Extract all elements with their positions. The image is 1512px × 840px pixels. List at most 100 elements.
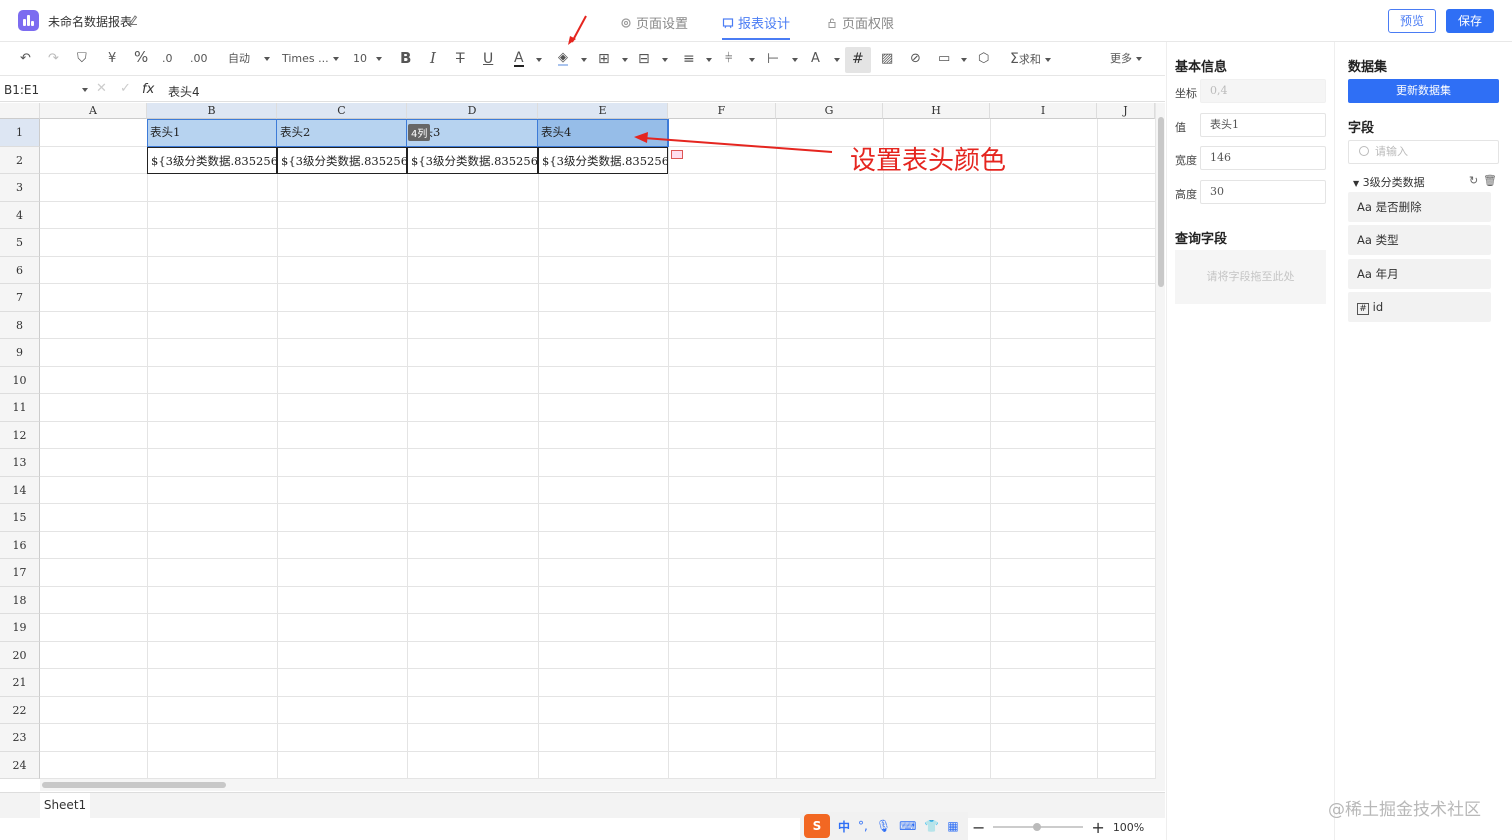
horizontal-scrollbar[interactable] <box>40 779 1165 791</box>
tab-page-settings[interactable]: 页面设置 <box>620 13 688 32</box>
ime-language[interactable]: 中 <box>838 818 850 835</box>
image-icon[interactable]: ▨ <box>881 51 893 67</box>
row-header[interactable]: 18 <box>0 586 40 614</box>
row-header[interactable]: 19 <box>0 614 40 642</box>
row-header[interactable]: 14 <box>0 476 40 504</box>
font-color-icon[interactable]: A <box>514 51 524 67</box>
row-header[interactable]: 9 <box>0 339 40 367</box>
column-header[interactable]: C <box>277 103 407 119</box>
currency-format-icon[interactable]: ¥ <box>108 51 116 67</box>
edit-title-icon[interactable] <box>128 14 138 25</box>
percent-format-icon[interactable]: % <box>134 49 148 65</box>
font-color-caret-icon[interactable] <box>536 58 542 62</box>
data-cell[interactable]: ${3级分类数据.83525664 <box>407 146 538 174</box>
confirm-icon[interactable]: ✓ <box>120 81 131 96</box>
corner-cell[interactable] <box>0 103 40 119</box>
sum-select[interactable]: Σ求和 <box>1010 51 1051 68</box>
column-header[interactable]: H <box>883 103 990 119</box>
row-header[interactable]: 12 <box>0 421 40 449</box>
format-painter-icon[interactable]: ⛉ <box>77 51 87 67</box>
row-header[interactable]: 20 <box>0 641 40 669</box>
zoom-in-icon[interactable]: + <box>1091 818 1104 837</box>
freeze-icon[interactable]: ⬡ <box>978 51 989 67</box>
row-header[interactable]: 5 <box>0 229 40 257</box>
increase-decimal-icon[interactable]: .00 <box>190 51 208 67</box>
row-header[interactable]: 16 <box>0 531 40 559</box>
save-button[interactable]: 保存 <box>1446 9 1494 33</box>
horizontal-scroll-thumb[interactable] <box>42 782 226 788</box>
bold-button[interactable]: B <box>400 50 411 66</box>
zoom-out-icon[interactable]: − <box>972 818 985 837</box>
merge-caret-icon[interactable] <box>662 58 668 62</box>
link-icon[interactable]: ⊘ <box>910 51 921 67</box>
sogou-icon[interactable]: S <box>804 814 830 838</box>
font-size-select[interactable]: 10 <box>353 51 382 67</box>
ime-punct[interactable]: °, <box>858 819 868 833</box>
sheet-tab[interactable]: Sheet1 <box>40 793 90 818</box>
border-icon[interactable]: ⊞ <box>598 51 610 67</box>
height-input[interactable]: 30 <box>1200 180 1326 204</box>
tab-report-design[interactable]: 报表设计 <box>722 13 790 32</box>
row-header[interactable]: 15 <box>0 504 40 532</box>
comment-icon[interactable]: ▭ <box>938 51 950 67</box>
caret-down-icon[interactable]: ▼ <box>1353 179 1359 188</box>
row-header[interactable]: 4 <box>0 201 40 229</box>
horizontal-align-icon[interactable]: ≡ <box>683 51 695 67</box>
valign-caret-icon[interactable] <box>749 58 755 62</box>
microphone-icon[interactable]: 🎙 <box>876 819 891 833</box>
cell-reference-caret-icon[interactable] <box>82 88 88 92</box>
update-dataset-button[interactable]: 更新数据集 <box>1348 79 1499 103</box>
formula-input[interactable]: 表头4 <box>168 83 200 100</box>
row-header[interactable]: 8 <box>0 311 40 339</box>
row-header[interactable]: 21 <box>0 669 40 697</box>
data-cell[interactable]: ${3级分类数据.83525664 <box>147 146 277 174</box>
column-header[interactable]: G <box>776 103 883 119</box>
text-wrap-icon[interactable]: ⊢ <box>767 51 779 67</box>
row-header[interactable]: 6 <box>0 256 40 284</box>
column-header[interactable]: A <box>40 103 147 119</box>
spreadsheet-grid[interactable]: A B C D E F G H I J 1 2 3 4 5 6 7 8 9 10 11 12 13 14 15 16 17 18 19 2… <box>0 103 1155 779</box>
column-header[interactable]: I <box>990 103 1097 119</box>
halign-caret-icon[interactable] <box>706 58 712 62</box>
vertical-scrollbar[interactable] <box>1155 103 1165 779</box>
field-item[interactable]: Aa 是否删除 <box>1348 192 1491 222</box>
row-header[interactable]: 13 <box>0 449 40 477</box>
column-header[interactable]: E <box>538 103 668 119</box>
gridlines-icon[interactable]: # <box>852 51 864 67</box>
decrease-decimal-icon[interactable]: .0 <box>162 51 173 67</box>
font-family-select[interactable]: Times ... <box>282 51 339 67</box>
comment-caret-icon[interactable] <box>961 58 967 62</box>
delete-icon[interactable]: 🗑 <box>1483 174 1497 187</box>
fill-color-caret-icon[interactable] <box>581 58 587 62</box>
row-header[interactable]: 3 <box>0 174 40 202</box>
width-input[interactable]: 146 <box>1200 146 1326 170</box>
underline-icon[interactable]: U <box>483 51 493 67</box>
column-header[interactable]: B <box>147 103 277 119</box>
preview-button[interactable]: 预览 <box>1388 9 1436 33</box>
zoom-slider-thumb[interactable] <box>1033 823 1042 831</box>
row-header[interactable]: 23 <box>0 724 40 752</box>
dataset-tree-node[interactable]: ▼ 3级分类数据 <box>1353 174 1425 190</box>
strikethrough-icon[interactable]: T <box>456 51 465 67</box>
toolbox-icon[interactable]: ▦ <box>947 819 958 833</box>
border-caret-icon[interactable] <box>622 58 628 62</box>
field-search-input[interactable]: 请输入 <box>1348 140 1499 164</box>
row-header[interactable]: 1 <box>0 119 40 147</box>
row-header[interactable]: 11 <box>0 394 40 422</box>
column-header[interactable]: D <box>407 103 538 119</box>
text-rotate-icon[interactable]: A <box>811 51 820 67</box>
zoom-slider[interactable] <box>993 823 1084 831</box>
row-header[interactable]: 7 <box>0 284 40 312</box>
skin-icon[interactable]: 👕 <box>924 819 939 833</box>
row-header[interactable]: 22 <box>0 696 40 724</box>
number-format-select[interactable]: 自动 <box>228 51 270 67</box>
data-cell[interactable]: ${3级分类数据.83525664 <box>277 146 407 174</box>
keyboard-icon[interactable]: ⌨ <box>899 819 916 833</box>
row-header[interactable]: 24 <box>0 751 40 779</box>
redo-icon[interactable]: ↷ <box>48 51 59 67</box>
more-select[interactable]: 更多 <box>1110 51 1142 67</box>
refresh-icon[interactable]: ↻ <box>1469 174 1478 187</box>
column-header[interactable]: F <box>668 103 776 119</box>
row-header[interactable]: 17 <box>0 559 40 587</box>
merge-cells-icon[interactable]: ⊟ <box>638 51 650 67</box>
